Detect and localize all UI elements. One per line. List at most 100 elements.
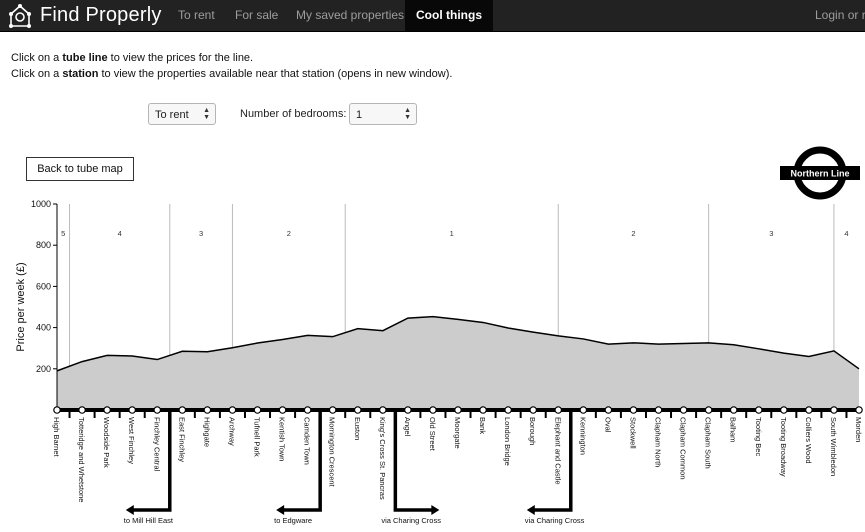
station-label[interactable]: Colliers Wood: [804, 417, 813, 464]
station-marker[interactable]: [78, 406, 86, 414]
mode-select[interactable]: To rent ▲ ▼: [148, 103, 216, 125]
y-tick-label: 800: [36, 240, 51, 250]
station-marker[interactable]: [328, 406, 337, 414]
station-marker[interactable]: [729, 406, 738, 414]
station-marker[interactable]: [479, 406, 487, 414]
station-label[interactable]: Clapham Common: [679, 417, 688, 480]
station-marker[interactable]: [253, 406, 262, 414]
station-label[interactable]: Old Street: [428, 417, 437, 452]
station-marker[interactable]: [429, 406, 437, 414]
station-layer: High Barnet Totteridge and Whetstone Woods…: [52, 406, 863, 502]
station-label[interactable]: Kentish Town: [278, 417, 287, 461]
select-arrows-icon: ▲ ▼: [203, 107, 210, 121]
station-label[interactable]: Tooting Bec: [754, 417, 763, 456]
station-marker[interactable]: [53, 406, 61, 414]
branch-arrow-icon: [125, 505, 134, 515]
station-label[interactable]: Borough: [528, 417, 537, 445]
brand-name: Find Properly: [40, 4, 162, 26]
brand[interactable]: Find Properly: [8, 0, 162, 31]
branch-label: to Edgware: [274, 516, 312, 525]
station-marker[interactable]: [579, 406, 588, 414]
station-label[interactable]: Tufnell Park: [253, 417, 262, 457]
station-marker[interactable]: [103, 406, 111, 414]
station-marker[interactable]: [780, 406, 788, 414]
station-marker[interactable]: [855, 406, 863, 414]
price-area[interactable]: [57, 316, 859, 410]
station-label[interactable]: Bank: [478, 417, 487, 434]
station-marker[interactable]: [353, 406, 362, 414]
station-label[interactable]: King's Cross St. Pancras: [378, 417, 387, 500]
select-arrows-icon: ▲ ▼: [404, 107, 411, 121]
bedrooms-select[interactable]: 1 ▲ ▼: [349, 103, 417, 125]
station-label[interactable]: Kennington: [578, 417, 587, 455]
zone-label: 4: [844, 229, 848, 238]
station-marker[interactable]: [178, 406, 187, 414]
station-marker[interactable]: [554, 406, 563, 414]
station-label[interactable]: Clapham South: [704, 417, 713, 469]
station-marker[interactable]: [128, 406, 136, 414]
branch-arrow-icon: [276, 505, 285, 515]
area-layer: [56, 315, 860, 410]
y-axis: 200 400 600 800 1000 Price per week (£): [15, 199, 58, 410]
station-marker[interactable]: [629, 406, 638, 414]
station-marker[interactable]: [454, 406, 462, 414]
zone-label: 3: [769, 229, 773, 238]
house-logo-icon: [9, 3, 31, 28]
nav-to-rent[interactable]: To rent: [178, 0, 215, 31]
station-label[interactable]: South Wimbledon: [829, 417, 838, 476]
station-label[interactable]: Archway: [227, 417, 236, 446]
station-marker[interactable]: [805, 406, 813, 414]
nav-for-sale[interactable]: For sale: [235, 0, 278, 31]
station-marker[interactable]: [504, 406, 512, 414]
station-label[interactable]: London Bridge: [503, 417, 512, 466]
station-marker[interactable]: [529, 406, 537, 414]
zone-label: 5: [61, 229, 65, 238]
branch-line: [131, 412, 172, 512]
station-label[interactable]: Highgate: [202, 417, 211, 447]
y-tick-label: 600: [36, 281, 51, 291]
branch-line: [282, 412, 322, 512]
station-label[interactable]: Moorgate: [453, 417, 462, 449]
back-to-tube-map-button[interactable]: Back to tube map: [26, 157, 134, 181]
station-label[interactable]: Stockwell: [628, 417, 637, 449]
station-label[interactable]: Angel: [403, 417, 412, 437]
station-marker[interactable]: [654, 406, 663, 414]
station-marker[interactable]: [228, 406, 237, 414]
zone-label: 2: [287, 229, 291, 238]
station-label[interactable]: Mornington Crescent: [328, 417, 337, 488]
station-label[interactable]: East Finchley: [177, 417, 186, 462]
station-marker[interactable]: [153, 406, 162, 414]
station-label[interactable]: Oval: [603, 417, 612, 433]
branch-label: via Charing Cross: [381, 516, 441, 525]
station-marker[interactable]: [604, 406, 613, 414]
zone-label: 3: [199, 229, 203, 238]
station-label[interactable]: Totteridge and Whetstone: [77, 417, 86, 502]
station-label[interactable]: West Finchley: [127, 417, 136, 464]
station-marker[interactable]: [830, 406, 838, 414]
station-marker[interactable]: [704, 406, 713, 414]
station-marker[interactable]: [203, 406, 212, 414]
station-marker[interactable]: [754, 406, 763, 414]
station-label[interactable]: Clapham North: [654, 417, 663, 467]
station-marker[interactable]: [278, 406, 287, 414]
zone-label: 4: [118, 229, 122, 238]
station-label[interactable]: Balham: [729, 417, 738, 442]
y-axis-label: Price per week (£): [15, 262, 27, 351]
station-label[interactable]: Elephant and Castle: [553, 417, 562, 485]
station-label[interactable]: Woodside Park: [102, 417, 111, 468]
station-label[interactable]: Morden: [854, 417, 863, 442]
zone-label: 2: [631, 229, 635, 238]
station-marker[interactable]: [303, 406, 312, 414]
mode-select-value: To rent: [155, 109, 189, 121]
station-label[interactable]: Euston: [353, 417, 362, 440]
station-label[interactable]: Tooting Broadway: [779, 417, 788, 477]
station-label[interactable]: Finchley Central: [152, 417, 161, 472]
nav-login[interactable]: Login or r: [815, 0, 865, 31]
station-label[interactable]: High Barnet: [52, 417, 61, 458]
nav-cool-things[interactable]: Cool things: [405, 0, 493, 31]
station-label[interactable]: Camden Town: [303, 417, 312, 465]
station-marker[interactable]: [404, 406, 412, 414]
station-marker[interactable]: [379, 406, 387, 414]
station-marker[interactable]: [679, 406, 688, 414]
nav-my-saved-properties[interactable]: My saved properties: [296, 0, 404, 31]
